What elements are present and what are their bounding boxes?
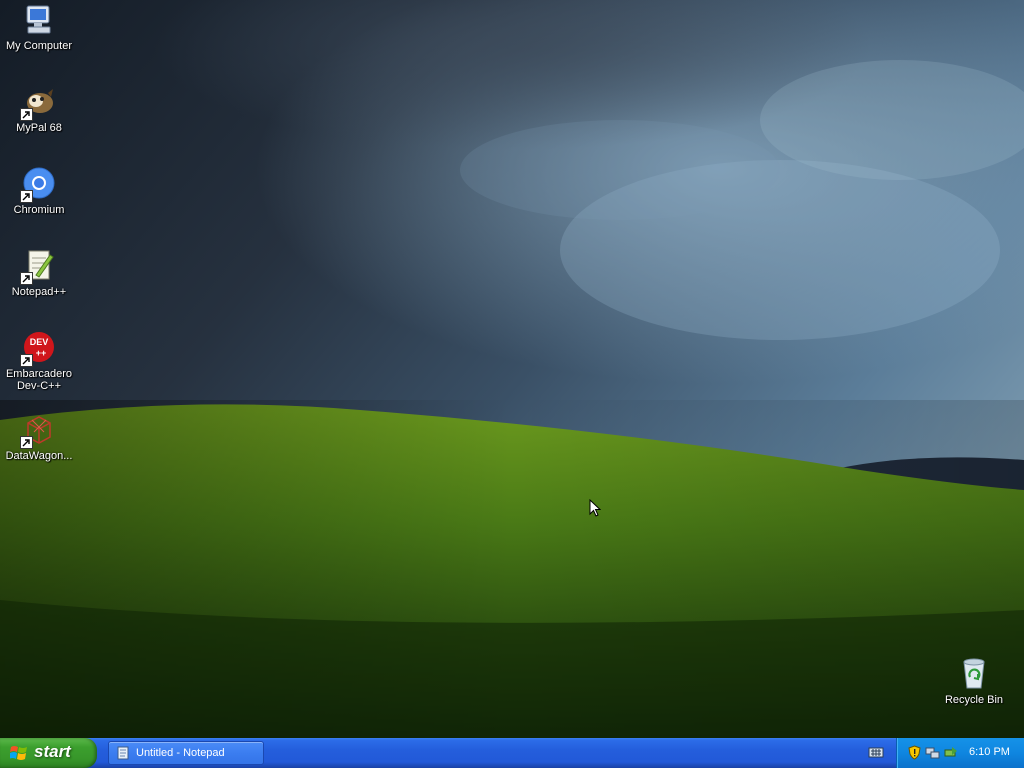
desktop-icon-mypal[interactable]: MyPal 68	[0, 85, 78, 134]
desktop-icon-label: Notepad++	[11, 286, 67, 298]
shortcut-arrow-icon	[20, 108, 33, 121]
system-tray: 6:10 PM	[896, 738, 1024, 768]
mypal-icon	[20, 85, 56, 121]
datawagon-icon	[20, 413, 56, 449]
clock[interactable]: 6:10 PM	[969, 746, 1010, 758]
start-button[interactable]: start	[0, 738, 97, 768]
svg-text:++: ++	[36, 348, 47, 358]
bliss-wallpaper	[0, 0, 1024, 738]
desktop-icon-label: My Computer	[5, 40, 73, 52]
my-computer-icon	[22, 3, 56, 37]
start-label: start	[34, 742, 71, 761]
desktop-icon-label: Chromium	[13, 204, 65, 216]
security-shield-icon[interactable]	[907, 745, 922, 760]
shortcut-arrow-icon	[20, 436, 33, 449]
taskbar-button-label: Untitled - Notepad	[136, 747, 225, 759]
desktop[interactable]: My Computer MyPal 68 Chromium Notepad++ …	[0, 0, 1024, 738]
desktop-icon-datawagon[interactable]: DataWagon...	[0, 413, 78, 462]
desktop-icon-label: MyPal 68	[16, 122, 62, 134]
recycle-bin-icon	[957, 657, 991, 691]
shortcut-arrow-icon	[20, 190, 33, 203]
notepad-icon	[117, 746, 129, 760]
safely-remove-hardware-icon[interactable]	[943, 745, 958, 760]
desktop-icon-label: Recycle Bin	[944, 694, 1004, 706]
shortcut-arrow-icon	[20, 354, 33, 367]
desktop-icon-notepadpp[interactable]: Notepad++	[0, 249, 78, 298]
svg-text:DEV: DEV	[30, 337, 49, 347]
mouse-pointer-icon	[589, 499, 601, 517]
windows-logo-icon	[10, 746, 27, 760]
network-icon[interactable]	[925, 745, 940, 760]
desktop-icon-recycle-bin[interactable]: Recycle Bin	[935, 657, 1013, 706]
desktop-icon-label: DataWagon...	[5, 450, 73, 462]
devcpp-icon: DEV ++	[20, 331, 56, 367]
notepadpp-icon	[20, 249, 56, 285]
chromium-icon	[20, 167, 56, 203]
keyboard-icon[interactable]	[868, 745, 884, 759]
desktop-icon-label: Embarcadero Dev-C++	[5, 368, 73, 392]
desktop-icon-my-computer[interactable]: My Computer	[0, 3, 78, 52]
shortcut-arrow-icon	[20, 272, 33, 285]
desktop-icon-devcpp[interactable]: DEV ++ Embarcadero Dev-C++	[0, 331, 78, 392]
desktop-icon-chromium[interactable]: Chromium	[0, 167, 78, 216]
taskbar-button-notepad[interactable]: Untitled - Notepad	[108, 741, 264, 765]
